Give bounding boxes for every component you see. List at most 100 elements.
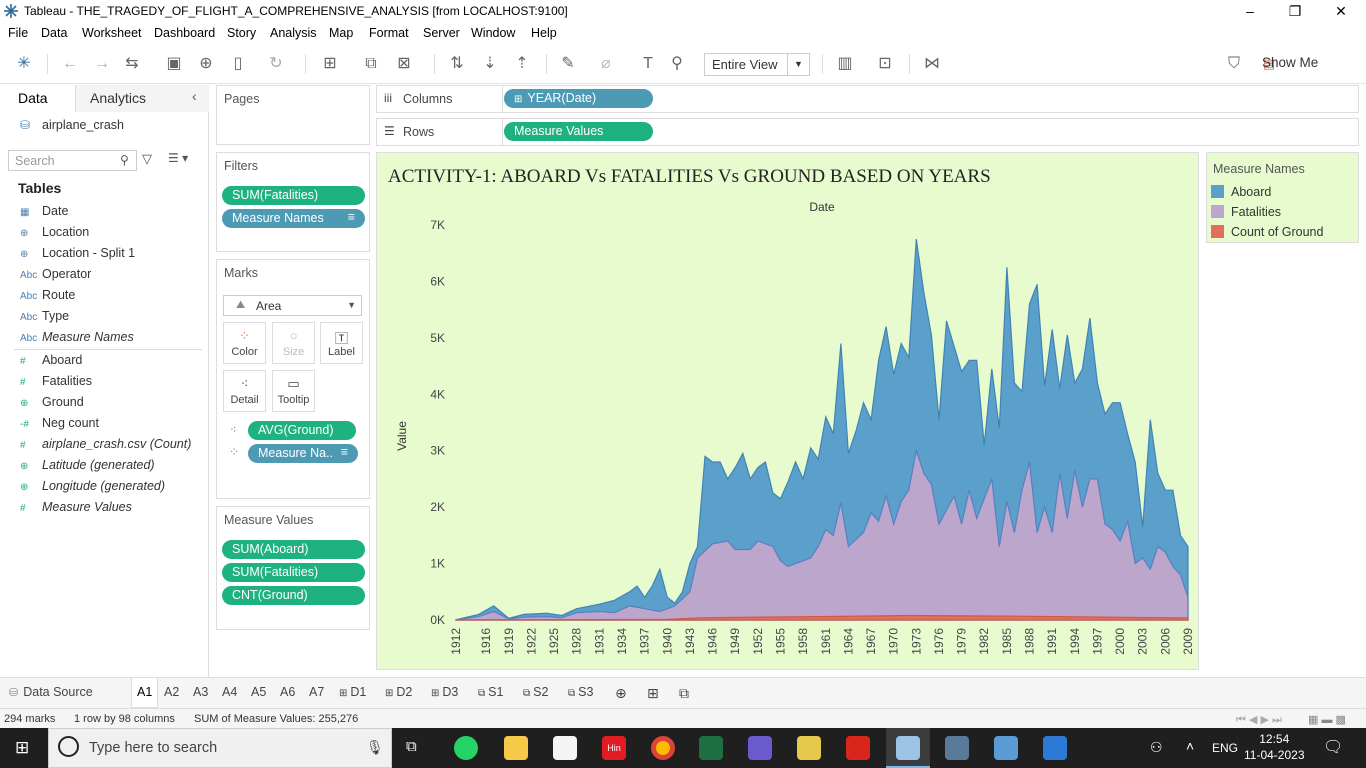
menu-server[interactable]: Server [423, 26, 460, 40]
mv-pill-ground[interactable]: CNT(Ground) [222, 586, 365, 605]
view-options-icon[interactable]: ☰ ▾ [168, 151, 188, 165]
menu-story[interactable]: Story [227, 26, 256, 40]
tab-a6[interactable]: A6 [280, 685, 295, 699]
columns-pill-year-date[interactable]: ⊞ YEAR(Date) [504, 89, 653, 108]
rows-pill-measure-values[interactable]: Measure Values [504, 122, 653, 141]
sort-asc-icon[interactable]: ⇣ [479, 53, 501, 75]
duplicate-icon[interactable]: ⧉ [360, 53, 382, 75]
collapse-pane-icon[interactable]: ‹ [192, 88, 197, 104]
field-operator[interactable]: Abc Operator [20, 267, 91, 281]
new-dashboard-icon[interactable]: ⊞ [647, 685, 659, 702]
filters-card[interactable]: Filters SUM(Fatalities) Measure Names ≡ [216, 152, 370, 252]
share-icon[interactable]: ⋈ [921, 53, 943, 75]
format-painter-icon[interactable]: ⛉ [1223, 53, 1245, 75]
labels-icon[interactable]: T [637, 53, 659, 75]
menu-help[interactable]: Help [531, 26, 557, 40]
menu-window[interactable]: Window [471, 26, 515, 40]
task-view-icon[interactable]: ⧉ [406, 738, 417, 755]
chrome-icon[interactable] [651, 736, 675, 760]
chevron-up-icon[interactable]: ˄ [1186, 738, 1194, 754]
clock[interactable]: 12:54 11-04-2023 [1244, 731, 1305, 763]
detail-button[interactable]: ⁖ Detail [223, 370, 266, 412]
tab-d3[interactable]: ⊞ D3 [431, 685, 458, 699]
chart-view[interactable]: ACTIVITY-1: ABOARD Vs FATALITIES Vs GROU… [376, 152, 1199, 670]
replay-icon[interactable]: ⇆ [121, 53, 143, 75]
tab-d2[interactable]: ⊞ D2 [385, 685, 412, 699]
show-me-button[interactable]: Show Me [1262, 55, 1318, 70]
notepad-icon[interactable] [994, 736, 1018, 760]
fit-dropdown[interactable]: Entire View ▼ [704, 53, 810, 76]
field-longitude[interactable]: ⊕ Longitude (generated) [20, 479, 165, 493]
area-series[interactable] [455, 239, 1189, 621]
minimize-icon[interactable]: – [1240, 2, 1260, 20]
mv-pill-aboard[interactable]: SUM(Aboard) [222, 540, 365, 559]
menu-file[interactable]: File [8, 26, 28, 40]
group-icon[interactable]: ⌀ [595, 53, 617, 75]
filter-pill-fatalities[interactable]: SUM(Fatalities) [222, 186, 365, 205]
excel-icon[interactable] [699, 736, 723, 760]
menu-worksheet[interactable]: Worksheet [82, 26, 142, 40]
field-measure-names[interactable]: Abc Measure Names [20, 330, 134, 344]
menu-analysis[interactable]: Analysis [270, 26, 317, 40]
field-location-split[interactable]: ⊕ Location - Split 1 [20, 246, 135, 260]
new-worksheet-icon[interactable]: ⊞ [319, 53, 341, 75]
close-icon[interactable]: ✕ [1331, 2, 1351, 20]
field-latitude[interactable]: ⊕ Latitude (generated) [20, 458, 155, 472]
taskbar-search[interactable]: Type here to search 🎙 [48, 728, 392, 768]
legend-item-fatalities[interactable]: Fatalities [1211, 205, 1281, 219]
tab-a7[interactable]: A7 [309, 685, 324, 699]
acrobat-icon[interactable] [846, 736, 870, 760]
view-grid-icon[interactable]: ▦ ▬ ▩ [1308, 713, 1346, 726]
hin-app-icon[interactable]: Hin [602, 736, 626, 760]
label-button[interactable]: 🅃 Label [320, 322, 363, 364]
size-button[interactable]: ○ Size [272, 322, 315, 364]
filter-icon[interactable]: ▽ [142, 151, 152, 167]
presentation-icon[interactable]: ⊡ [874, 53, 896, 75]
store-icon[interactable] [553, 736, 577, 760]
field-measure-values[interactable]: # Measure Values [20, 500, 132, 514]
field-ground[interactable]: ⊕ Ground [20, 395, 84, 409]
people-icon[interactable]: ⚇ [1150, 739, 1163, 756]
photos-icon[interactable] [1043, 736, 1067, 760]
mark-type-dropdown[interactable]: ⛰ Area ▼ [223, 295, 362, 316]
tab-s2[interactable]: ⧉ S2 [523, 685, 548, 699]
sort-desc-icon[interactable]: ⇡ [511, 53, 533, 75]
app-icon[interactable] [748, 736, 772, 760]
file-explorer-icon[interactable] [504, 736, 528, 760]
search-field[interactable]: Search ⚲ [8, 150, 137, 171]
field-neg-count[interactable]: -# Neg count [20, 416, 99, 430]
menu-dashboard[interactable]: Dashboard [154, 26, 215, 40]
tooltip-button[interactable]: ▭ Tooltip [272, 370, 315, 412]
tab-s1[interactable]: ⧉ S1 [478, 685, 503, 699]
pages-card[interactable]: Pages [216, 85, 370, 145]
marks-pill-avg-ground[interactable]: AVG(Ground) [248, 421, 356, 440]
undo-icon[interactable]: ← [59, 53, 81, 75]
color-button[interactable]: ⁘ Color [223, 322, 266, 364]
field-date[interactable]: ▦ Date [20, 204, 68, 218]
highlight-icon[interactable]: ✎ [557, 53, 579, 75]
menu-map[interactable]: Map [329, 26, 353, 40]
whatsapp-icon[interactable] [454, 736, 478, 760]
show-cards-icon[interactable]: ▥ [834, 53, 856, 75]
field-type[interactable]: Abc Type [20, 309, 69, 323]
columns-shelf[interactable]: iii Columns ⊞ YEAR(Date) [376, 85, 1359, 113]
microphone-icon[interactable]: 🎙 [366, 739, 384, 756]
tab-datasource[interactable]: ⛁ Data Source [9, 685, 93, 699]
legend-item-aboard[interactable]: Aboard [1211, 185, 1271, 199]
redo-icon[interactable]: → [91, 53, 113, 75]
restore-icon[interactable]: ❐ [1285, 2, 1305, 20]
new-datasource-icon[interactable]: ⊕ [195, 53, 217, 75]
field-location[interactable]: ⊕ Location [20, 225, 89, 239]
tab-a4[interactable]: A4 [222, 685, 237, 699]
datasource-name[interactable]: airplane_crash [42, 118, 124, 132]
field-aboard[interactable]: # Aboard [20, 353, 82, 367]
swap-icon[interactable]: ⇅ [446, 53, 468, 75]
pause-updates-icon[interactable]: ▯ [227, 53, 249, 75]
new-worksheet-icon[interactable]: ⊕ [615, 685, 627, 702]
rows-shelf[interactable]: ☰ Rows Measure Values [376, 118, 1359, 146]
windows-start-icon[interactable]: ⊞ [15, 738, 29, 758]
save-icon[interactable]: ▣ [163, 53, 185, 75]
menu-data[interactable]: Data [41, 26, 67, 40]
tab-analytics[interactable]: Analytics ‹ [76, 85, 209, 112]
new-story-icon[interactable]: ⧉ [679, 685, 689, 702]
